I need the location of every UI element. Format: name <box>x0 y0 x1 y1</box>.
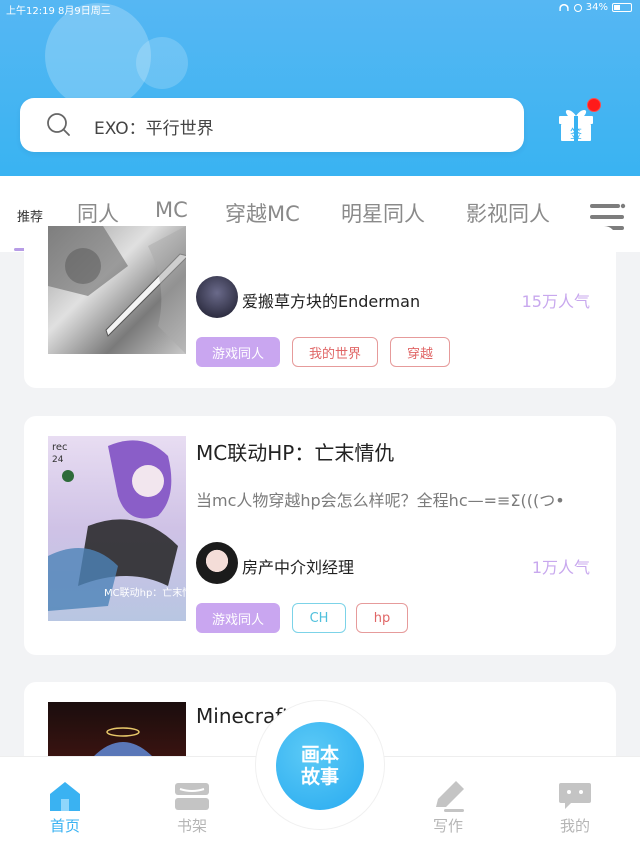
popularity: 1万人气 <box>531 558 590 577</box>
nav-home[interactable]: 首页 <box>25 757 105 847</box>
cover-title: MC联动hp：亡末情仇 <box>104 586 186 599</box>
wifi-icon <box>558 3 569 12</box>
tab-celebrity-fanfic[interactable]: 明星同人 <box>341 198 425 228</box>
svg-text:rec: rec <box>52 442 68 453</box>
tab-film-fanfic[interactable]: 影视同人 <box>466 198 550 228</box>
create-story-label: 画本故事 <box>300 744 339 788</box>
status-time: 上午12:19 8月9日周三 <box>6 6 111 17</box>
status-right: 34% <box>558 2 632 13</box>
battery-icon <box>612 3 632 12</box>
tag-transmigration[interactable]: 穿越 <box>390 337 450 367</box>
nav-bookshelf[interactable]: 书架 <box>152 757 232 847</box>
nav-mine[interactable]: 我的 <box>535 757 615 847</box>
nav-write-label: 写作 <box>432 817 463 835</box>
tag-ch[interactable]: CH <box>292 603 346 633</box>
story-cover[interactable]: rec 24 MC联动hp：亡末情仇 <box>48 436 186 621</box>
decor-bubble <box>45 3 151 109</box>
svg-text:24: 24 <box>52 455 64 465</box>
nav-bookshelf-label: 书架 <box>176 817 207 835</box>
story-card[interactable]: 爱搬草方块的Enderman 15万人气 游戏同人 我的世界 穿越 <box>24 226 616 388</box>
search-placeholder: EXO：平行世界 <box>94 119 214 139</box>
tag-game-fanfic[interactable]: 游戏同人 <box>196 337 280 367</box>
tab-transmigration-mc[interactable]: 穿越MC <box>225 198 300 228</box>
pencil-icon <box>436 781 464 812</box>
nav-mine-label: 我的 <box>559 817 590 835</box>
search-bar[interactable]: EXO：平行世界 <box>20 98 524 152</box>
author-avatar[interactable] <box>196 276 238 318</box>
chat-bubble-icon <box>559 783 591 809</box>
nav-write[interactable]: 写作 <box>408 757 488 847</box>
story-description: 当mc人物穿越hp会怎么样呢？全程hc—=≡Σ(((つ• <box>196 491 565 510</box>
create-story-button[interactable]: 画本故事 <box>276 722 364 810</box>
author-name[interactable]: 爱搬草方块的Enderman <box>242 288 420 312</box>
battery-percent: 34% <box>585 2 608 13</box>
tag-hp[interactable]: hp <box>356 603 408 633</box>
popularity: 15万人气 <box>521 292 590 311</box>
author-name[interactable]: 房产中介刘经理 <box>242 554 354 578</box>
tab-recommend[interactable]: 推荐 <box>17 206 43 225</box>
story-cover[interactable] <box>48 226 186 354</box>
home-icon <box>50 782 80 811</box>
story-card[interactable]: rec 24 MC联动hp：亡末情仇 MC联动HP：亡末情仇 当mc人物穿越hp… <box>24 416 616 655</box>
tab-fanfic[interactable]: 同人 <box>77 198 119 228</box>
bookshelf-icon <box>175 783 209 810</box>
tag-game-fanfic[interactable]: 游戏同人 <box>196 603 280 633</box>
nav-home-label: 首页 <box>49 817 80 835</box>
status-bar: 上午12:19 8月9日周三 34% <box>0 0 640 17</box>
decor-bubble <box>136 37 188 89</box>
gift-label: 签 <box>570 126 582 141</box>
notification-dot <box>587 98 601 112</box>
tag-minecraft[interactable]: 我的世界 <box>292 337 378 367</box>
tab-mc[interactable]: MC <box>155 198 188 222</box>
rotation-lock-icon <box>573 3 582 12</box>
search-icon <box>47 113 70 136</box>
author-avatar[interactable] <box>196 542 238 584</box>
story-title[interactable]: MC联动HP：亡末情仇 <box>196 437 394 466</box>
